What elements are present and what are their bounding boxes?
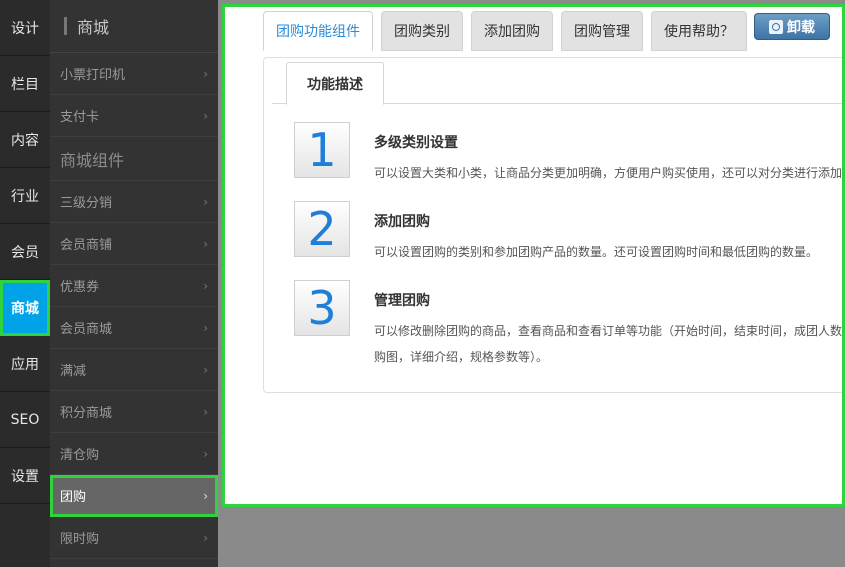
- sub-item-member-mall[interactable]: 会员商城 ›: [50, 307, 218, 349]
- tab-bar: 团购功能组件 团购类别 添加团购 团购管理 使用帮助？: [263, 11, 747, 51]
- nav-item-seo[interactable]: SEO: [0, 392, 50, 448]
- sub-item-discount[interactable]: 满减 ›: [50, 349, 218, 391]
- sub-item-label: 团购: [60, 490, 87, 505]
- sub-item-flash-sale[interactable]: 限时购 ›: [50, 517, 218, 559]
- chevron-right-icon: ›: [203, 236, 208, 251]
- feature-title: 添加团购: [374, 214, 430, 230]
- sub-item-label: 小票打印机: [60, 68, 126, 83]
- tab-add-group-buy[interactable]: 添加团购: [471, 11, 553, 51]
- sub-item-receipt-printer[interactable]: 小票打印机 ›: [50, 53, 218, 95]
- sub-item-label: 支付卡: [60, 110, 100, 125]
- sub-item-label: 优惠券: [60, 280, 100, 295]
- nav-item-label: 栏目: [11, 76, 39, 93]
- uninstall-icon: [769, 19, 783, 34]
- title-bar-decoration: [64, 17, 67, 35]
- sub-item-points-mall[interactable]: 积分商城 ›: [50, 391, 218, 433]
- tab-help[interactable]: 使用帮助？: [651, 11, 747, 51]
- feature-number-badge: 2: [294, 201, 350, 257]
- chevron-right-icon: ›: [203, 194, 208, 209]
- chevron-right-icon: ›: [203, 320, 208, 335]
- sub-item-label: 三级分销: [60, 196, 113, 211]
- sub-item-label: 满减: [60, 364, 87, 379]
- tab-group-buy-management[interactable]: 团购管理: [561, 11, 643, 51]
- chevron-right-icon: ›: [203, 108, 208, 123]
- nav-item-columns[interactable]: 栏目: [0, 56, 50, 112]
- feature-description: 可以设置大类和小类，让商品分类更加明确，方便用户购买使用，还可以对分类进行添加: [374, 166, 843, 180]
- nav-item-label: 会员: [11, 244, 39, 261]
- nav-item-label: 设置: [11, 468, 39, 485]
- nav-item-members[interactable]: 会员: [0, 224, 50, 280]
- sub-item-payment-card[interactable]: 支付卡 ›: [50, 95, 218, 137]
- chevron-right-icon: ›: [203, 530, 208, 545]
- section-title: 商城组件: [50, 137, 218, 181]
- feature-number-badge: 1: [294, 122, 350, 178]
- sub-item-clearance[interactable]: 清仓购 ›: [50, 433, 218, 475]
- sub-item-label: 会员商城: [60, 322, 113, 337]
- sub-item-label: 清仓购: [60, 448, 100, 463]
- sub-item-member-shop[interactable]: 会员商铺 ›: [50, 223, 218, 265]
- sub-item-label: 限时购: [60, 532, 100, 547]
- nav-item-settings[interactable]: 设置: [0, 448, 50, 504]
- sub-item-label: 积分商城: [60, 406, 113, 421]
- sub-item-coupons[interactable]: 优惠券 ›: [50, 265, 218, 307]
- content-frame: 团购功能组件 团购类别 添加团购 团购管理 使用帮助？ 卸载 功能描述 1 多级…: [222, 4, 845, 507]
- feature-description: 可以修改删除团购的商品，查看商品和查看订单等功能（开始时间，结束时间，成团人数，…: [374, 324, 845, 364]
- subtab-row: 功能描述: [272, 62, 842, 105]
- chevron-right-icon: ›: [203, 446, 208, 461]
- chevron-right-icon: ›: [203, 278, 208, 293]
- nav-item-design[interactable]: 设计: [0, 0, 50, 56]
- nav-item-label: 应用: [11, 356, 39, 373]
- uninstall-button[interactable]: 卸载: [754, 13, 830, 40]
- chevron-right-icon: ›: [203, 404, 208, 419]
- chevron-right-icon: ›: [203, 66, 208, 81]
- nav-item-mall[interactable]: 商城: [0, 280, 50, 336]
- feature-number-badge: 3: [294, 280, 350, 336]
- sub-item-group-buy[interactable]: 团购 ›: [50, 475, 218, 517]
- subtab-feature-description[interactable]: 功能描述: [286, 62, 384, 105]
- feature-title: 管理团购: [374, 293, 430, 309]
- nav-item-content[interactable]: 内容: [0, 112, 50, 168]
- tab-group-buy-components[interactable]: 团购功能组件: [263, 11, 373, 51]
- feature-title: 多级类别设置: [374, 135, 458, 151]
- nav-item-label: 内容: [11, 132, 39, 149]
- primary-nav: 设计 栏目 内容 行业 会员 商城 应用 SEO 设置: [0, 0, 50, 567]
- nav-item-label: 设计: [11, 20, 39, 37]
- tab-group-buy-categories[interactable]: 团购类别: [381, 11, 463, 51]
- chevron-right-icon: ›: [203, 488, 208, 503]
- uninstall-label: 卸载: [787, 19, 815, 36]
- panel-title: 商城: [50, 0, 218, 53]
- feature-description: 可以设置团购的类别和参加团购产品的数量。还可设置团购时间和最低团购的数量。: [374, 245, 819, 259]
- nav-item-label: 商城: [11, 300, 39, 317]
- nav-item-label: 行业: [11, 188, 39, 205]
- nav-item-apps[interactable]: 应用: [0, 336, 50, 392]
- secondary-nav: 商城 小票打印机 › 支付卡 › 商城组件 三级分销 › 会员商铺 › 优惠券 › 会员商…: [50, 0, 265, 567]
- panel-title-text: 商城: [77, 18, 110, 37]
- sub-item-distribution[interactable]: 三级分销 ›: [50, 181, 218, 223]
- sub-item-label: 会员商铺: [60, 238, 113, 253]
- nav-item-industry[interactable]: 行业: [0, 168, 50, 224]
- chevron-right-icon: ›: [203, 362, 208, 377]
- feature-panel: 功能描述 1 多级类别设置 可以设置大类和小类，让商品分类更加明确，方便用户购买…: [263, 57, 845, 393]
- nav-item-label: SEO: [10, 411, 40, 428]
